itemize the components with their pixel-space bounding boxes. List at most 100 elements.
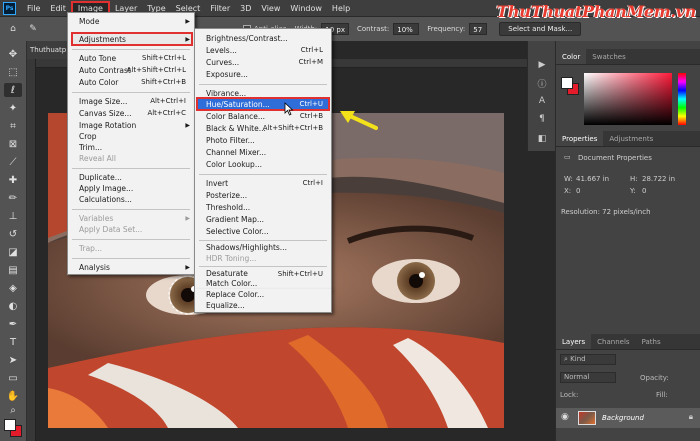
menu-item-vibrance[interactable]: Vibrance... [195,88,331,99]
menu-item-calculations[interactable]: Calculations... [68,194,194,205]
tab-adjustments[interactable]: Adjustments [603,131,659,146]
eye-icon[interactable]: ◉ [561,412,569,422]
menu-item-gradient-map[interactable]: Gradient Map... [195,214,331,225]
menu-item-replace-color[interactable]: Replace Color... [195,290,331,300]
menu-item-apply-image[interactable]: Apply Image... [68,183,194,194]
foreground-color-swatch[interactable] [4,419,16,431]
eraser-tool-icon[interactable]: ◪ [4,245,22,259]
menu-item-invert[interactable]: Invert Ctrl+I [195,178,331,189]
menu-file[interactable]: File [22,1,45,16]
lasso-tool-icon[interactable]: ℓ [4,83,22,97]
menu-item-label: Auto Tone [79,54,117,63]
lasso-tool-icon[interactable]: ✎ [26,22,40,36]
color-picker-field[interactable] [584,73,672,125]
marquee-tool-icon[interactable]: ⬚ [4,65,22,79]
stamp-tool-icon[interactable]: ⊥ [4,209,22,223]
menu-item-hue-saturation[interactable]: Hue/Saturation... Ctrl+U [195,99,331,110]
eyedropper-tool-icon[interactable]: ⟋ [4,155,22,169]
select-and-mask-button[interactable]: Select and Mask... [499,22,582,36]
menu-view[interactable]: View [256,1,285,16]
path-select-icon[interactable]: ➤ [4,353,22,367]
menu-item-auto-tone[interactable]: Auto Tone Shift+Ctrl+L [68,53,194,64]
home-icon[interactable]: ⌂ [6,22,20,36]
hue-slider[interactable] [678,73,686,125]
tab-swatches[interactable]: Swatches [586,49,631,64]
menu-item-black-white[interactable]: Black & White... Alt+Shift+Ctrl+B [195,123,331,134]
menu-3d[interactable]: 3D [235,1,256,16]
zoom-tool-icon[interactable]: ⌕ [4,403,22,417]
tab-layers[interactable]: Layers [556,334,592,349]
menu-item-analysis[interactable]: Analysis ▶ [68,262,194,273]
crop-tool-icon[interactable]: ⌗ [4,119,22,133]
healing-brush-icon[interactable]: ✚ [4,173,22,187]
menu-item-canvas-size[interactable]: Canvas Size... Alt+Ctrl+C [68,108,194,119]
blend-mode-select[interactable]: Normal [560,372,616,383]
move-tool-icon[interactable]: ✥ [4,47,22,61]
menu-item-match-color[interactable]: Match Color... [195,279,331,289]
y-value[interactable]: 0 [642,187,646,195]
menu-item-label: Mode [79,17,100,26]
frequency-field[interactable]: 57 [469,23,488,35]
history-brush-icon[interactable]: ↺ [4,227,22,241]
blur-tool-icon[interactable]: ◈ [4,281,22,295]
menu-item-exposure[interactable]: Exposure... [195,69,331,80]
menu-item-mode[interactable]: Mode ▶ [68,16,194,27]
width-value[interactable]: 41.667 in [576,175,609,183]
layer-filter-kind[interactable]: ⌕ Kind [560,354,616,365]
color-panel-tabs: Color Swatches [556,49,700,65]
layer-row[interactable]: ◉ Background 🔒︎ [556,408,700,428]
menu-item-curves[interactable]: Curves... Ctrl+M [195,57,331,68]
gradient-tool-icon[interactable]: ▤ [4,263,22,277]
type-tool-icon[interactable]: T [4,335,22,349]
menu-item-auto-color[interactable]: Auto Color Shift+Ctrl+B [68,77,194,88]
tab-channels[interactable]: Channels [591,334,635,349]
menu-item-equalize[interactable]: Equalize... [195,301,331,311]
document-tab[interactable]: Thuthuatp [27,41,67,59]
info-icon[interactable]: ⓘ [536,77,548,90]
shape-tool-icon[interactable]: ▭ [4,371,22,385]
lock-icon[interactable]: 🔒︎ [689,412,693,422]
submenu-arrow-icon: ▶ [185,264,190,271]
menu-item-label: Variables [79,214,114,223]
menu-item-auto-contrast[interactable]: Auto Contrast Alt+Shift+Ctrl+L [68,65,194,76]
menu-item-levels[interactable]: Levels... Ctrl+L [195,45,331,56]
menu-item-posterize[interactable]: Posterize... [195,190,331,201]
menu-item-shadows-highlights[interactable]: Shadows/Highlights... [195,242,331,253]
brush-tool-icon[interactable]: ✏ [4,191,22,205]
menu-window[interactable]: Window [285,1,327,16]
menu-item-brightness-contrast[interactable]: Brightness/Contrast... [195,33,331,44]
menu-item-label: Apply Image... [79,184,134,193]
menu-item-trim[interactable]: Trim... [68,142,194,153]
paragraph-icon[interactable]: ¶ [536,113,548,125]
history-icon[interactable]: ▶ [536,59,548,71]
resolution-text: Resolution: 72 pixels/inch [561,208,651,216]
pen-tool-icon[interactable]: ✒ [4,317,22,331]
menu-item-color-balance[interactable]: Color Balance... Ctrl+B [195,111,331,122]
menu-item-duplicate[interactable]: Duplicate... [68,172,194,183]
brush-settings-icon[interactable]: ◧ [536,133,548,145]
menu-item-image-size[interactable]: Image Size... Alt+Ctrl+I [68,96,194,107]
menu-item-adjustments[interactable]: Adjustments ▶ [68,34,194,45]
menu-item-desaturate[interactable]: Desaturate Shift+Ctrl+U [195,269,331,279]
x-value[interactable]: 0 [576,187,580,195]
hand-tool-icon[interactable]: ✋ [4,389,22,403]
height-value[interactable]: 28.722 in [642,175,675,183]
panel-foreground-swatch[interactable] [561,77,573,89]
menu-item-image-rotation[interactable]: Image Rotation ▶ [68,120,194,131]
frame-tool-icon[interactable]: ⊠ [4,137,22,151]
menu-help[interactable]: Help [327,1,355,16]
contrast-field[interactable]: 10% [393,23,420,35]
menu-item-channel-mixer[interactable]: Channel Mixer... [195,147,331,158]
character-icon[interactable]: A [536,95,548,107]
menu-item-crop[interactable]: Crop [68,131,194,142]
menu-filter[interactable]: Filter [205,1,235,16]
tab-paths[interactable]: Paths [636,334,667,349]
menu-item-color-lookup[interactable]: Color Lookup... [195,159,331,170]
tab-properties[interactable]: Properties [556,131,604,146]
menu-item-photo-filter[interactable]: Photo Filter... [195,135,331,146]
quick-select-tool-icon[interactable]: ✦ [4,101,22,115]
dodge-tool-icon[interactable]: ◐ [4,299,22,313]
menu-item-selective-color[interactable]: Selective Color... [195,226,331,237]
tab-color[interactable]: Color [556,49,587,64]
menu-item-threshold[interactable]: Threshold... [195,202,331,213]
